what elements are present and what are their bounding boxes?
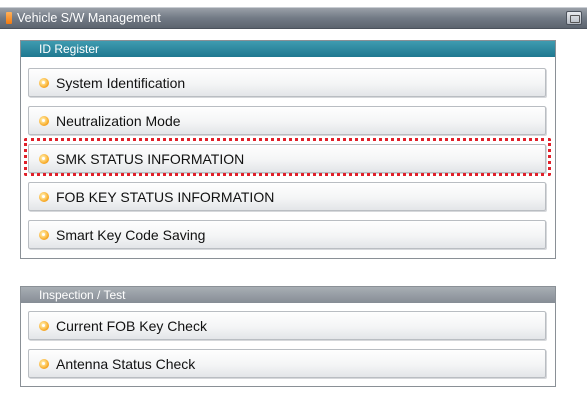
- id-register-panel: ID Register System Identification Neutra…: [20, 40, 556, 259]
- bullet-icon: [39, 321, 49, 331]
- menu-item-label: Antenna Status Check: [56, 356, 196, 372]
- menu-item-smart-key-code-saving[interactable]: Smart Key Code Saving: [28, 220, 546, 249]
- menu-item-system-identification[interactable]: System Identification: [28, 68, 546, 97]
- window-title: Vehicle S/W Management: [17, 11, 161, 25]
- menu-item-antenna-status-check[interactable]: Antenna Status Check: [28, 349, 546, 378]
- title-bar: Vehicle S/W Management: [0, 7, 587, 29]
- window-icon[interactable]: [566, 11, 582, 25]
- id-register-header: ID Register: [21, 41, 555, 57]
- flag-icon: [6, 12, 12, 24]
- menu-item-current-fob-key-check[interactable]: Current FOB Key Check: [28, 311, 546, 340]
- bullet-icon: [39, 154, 49, 164]
- menu-item-neutralization-mode[interactable]: Neutralization Mode: [28, 106, 546, 135]
- inspection-panel: Inspection / Test Current FOB Key Check …: [20, 286, 556, 387]
- menu-item-label: Smart Key Code Saving: [56, 227, 206, 243]
- bullet-icon: [39, 359, 49, 369]
- menu-item-label: Current FOB Key Check: [56, 318, 207, 334]
- bullet-icon: [39, 116, 49, 126]
- menu-item-fob-key-status-information[interactable]: FOB KEY STATUS INFORMATION: [28, 182, 546, 211]
- inspection-header: Inspection / Test: [21, 287, 555, 303]
- bullet-icon: [39, 230, 49, 240]
- menu-item-label: SMK STATUS INFORMATION: [56, 151, 245, 167]
- menu-item-label: Neutralization Mode: [56, 113, 181, 129]
- menu-item-label: System Identification: [56, 75, 186, 91]
- menu-item-smk-status-information[interactable]: SMK STATUS INFORMATION: [28, 144, 546, 173]
- bullet-icon: [39, 192, 49, 202]
- menu-item-label: FOB KEY STATUS INFORMATION: [56, 189, 275, 205]
- bullet-icon: [39, 78, 49, 88]
